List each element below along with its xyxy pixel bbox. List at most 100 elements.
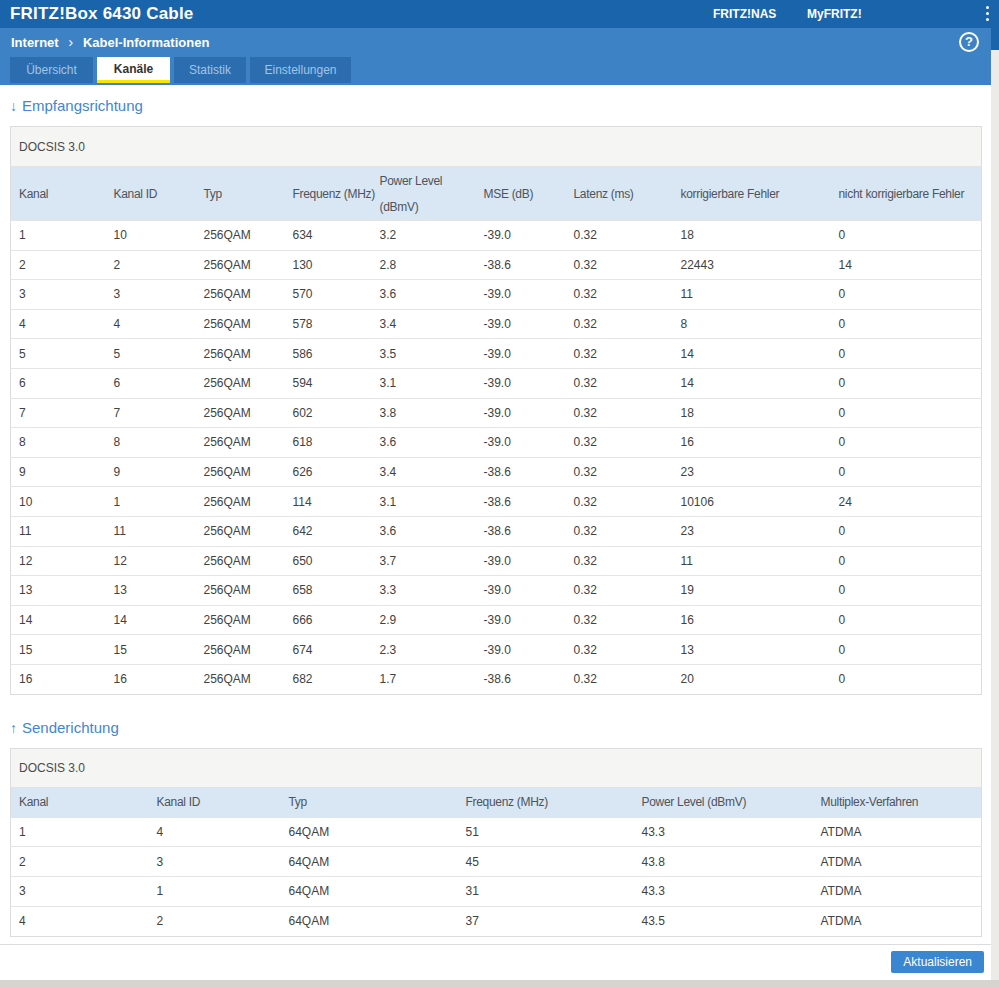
column-header: Kanal xyxy=(11,787,149,817)
table-row: 1313256QAM6583.3-39.00.32190 xyxy=(11,576,982,606)
table-cell: 0.32 xyxy=(566,576,673,606)
table-cell: 9 xyxy=(11,457,106,487)
table-cell: 13 xyxy=(673,635,831,665)
table-cell: 4 xyxy=(11,906,149,936)
table-cell: -39.0 xyxy=(476,546,566,576)
kebab-menu-icon[interactable] xyxy=(986,6,990,24)
table-cell: 3.8 xyxy=(372,398,476,428)
table-cell: 0 xyxy=(831,635,982,665)
section-title-upstream: ↑Senderichtung xyxy=(10,720,981,736)
column-header: Multiplex-Verfahren xyxy=(813,787,982,817)
right-edge-top xyxy=(991,28,999,50)
table-cell: 14 xyxy=(673,339,831,369)
table-cell: 4 xyxy=(11,309,106,339)
table-cell: -39.0 xyxy=(476,339,566,369)
refresh-button[interactable]: Aktualisieren xyxy=(891,951,984,973)
table-cell: 3 xyxy=(11,877,149,907)
table-cell: 7 xyxy=(11,398,106,428)
table-cell: -39.0 xyxy=(476,398,566,428)
table-row: 22256QAM1302.8-38.60.322244314 xyxy=(11,250,982,280)
table-cell: 14 xyxy=(831,250,982,280)
table-cell: 0 xyxy=(831,309,982,339)
table-cell: 23 xyxy=(673,516,831,546)
table-cell: 674 xyxy=(285,635,372,665)
table-cell: 43.8 xyxy=(634,847,813,877)
table-cell: 4 xyxy=(149,817,281,847)
tab-einstellungen[interactable]: Einstellungen xyxy=(250,57,351,83)
footer-row: Aktualisieren xyxy=(0,945,991,973)
table-cell: 256QAM xyxy=(196,635,285,665)
table-cell: ATDMA xyxy=(813,906,982,936)
table-cell: 256QAM xyxy=(196,398,285,428)
table-cell: 1 xyxy=(11,817,149,847)
table-cell: 5 xyxy=(106,339,196,369)
table-row: 101256QAM1143.1-38.60.321010624 xyxy=(11,487,982,517)
table-cell: 37 xyxy=(458,906,634,936)
table-cell: -39.0 xyxy=(476,428,566,458)
table-cell: 650 xyxy=(285,546,372,576)
tab-uebersicht[interactable]: Übersicht xyxy=(10,57,93,83)
tab-statistik[interactable]: Statistik xyxy=(174,57,246,83)
table-cell: 256QAM xyxy=(196,605,285,635)
table-cell: 1.7 xyxy=(372,664,476,694)
column-header: Kanal ID xyxy=(106,167,196,221)
fritznas-link[interactable]: FRITZ!NAS xyxy=(713,7,776,21)
table-cell: 19 xyxy=(673,576,831,606)
table-cell: 64QAM xyxy=(281,906,458,936)
table-cell: 22443 xyxy=(673,250,831,280)
table-cell: 256QAM xyxy=(196,368,285,398)
table-cell: 0.32 xyxy=(566,516,673,546)
upstream-table: DOCSIS 3.0KanalKanal IDTypFrequenz (MHz)… xyxy=(10,748,982,937)
table-cell: 3.7 xyxy=(372,546,476,576)
table-cell: 0.32 xyxy=(566,250,673,280)
table-cell: 24 xyxy=(831,487,982,517)
table-cell: 16 xyxy=(11,664,106,694)
table-cell: -38.6 xyxy=(476,457,566,487)
table-cell: 0 xyxy=(831,457,982,487)
table-cell: 114 xyxy=(285,487,372,517)
table-cell: 6 xyxy=(11,368,106,398)
table-cell: 18 xyxy=(673,398,831,428)
table-row: 1212256QAM6503.7-39.00.32110 xyxy=(11,546,982,576)
column-header: Frequenz (MHz) xyxy=(285,167,372,221)
table-row: 77256QAM6023.8-39.00.32180 xyxy=(11,398,982,428)
sub-header: Internet › Kabel-Informationen ? Übersic… xyxy=(0,28,991,85)
column-header: Power Level (dBmV) xyxy=(372,167,476,221)
app-title: FRITZ!Box 6430 Cable xyxy=(10,4,194,24)
table-cell: 0.32 xyxy=(566,368,673,398)
table-cell: 14 xyxy=(106,605,196,635)
table-cell: 64QAM xyxy=(281,847,458,877)
table-cell: -38.6 xyxy=(476,487,566,517)
table-cell: ATDMA xyxy=(813,877,982,907)
table-cell: 594 xyxy=(285,368,372,398)
table-cell: 3.1 xyxy=(372,368,476,398)
help-icon[interactable]: ? xyxy=(959,32,979,52)
table-row: 33256QAM5703.6-39.00.32110 xyxy=(11,280,982,310)
table-cell: 43.3 xyxy=(634,877,813,907)
table-cell: 11 xyxy=(673,280,831,310)
table-row: 99256QAM6263.4-38.60.32230 xyxy=(11,457,982,487)
myfritz-link[interactable]: MyFRITZ! xyxy=(807,7,862,21)
table-cell: 3.6 xyxy=(372,280,476,310)
breadcrumb-item-internet[interactable]: Internet xyxy=(11,35,59,50)
column-header: Power Level (dBmV) xyxy=(634,787,813,817)
table-cell: 43.3 xyxy=(634,817,813,847)
table-cell: 0.32 xyxy=(566,309,673,339)
table-cell: 20 xyxy=(673,664,831,694)
table-cell: 5 xyxy=(11,339,106,369)
table-cell: 256QAM xyxy=(196,516,285,546)
tab-kanaele[interactable]: Kanäle xyxy=(97,57,170,83)
table-cell: 12 xyxy=(106,546,196,576)
table-cell: 8 xyxy=(673,309,831,339)
table-cell: 0.32 xyxy=(566,664,673,694)
table-cell: 0.32 xyxy=(566,635,673,665)
table-cell: 256QAM xyxy=(196,487,285,517)
table-cell: ATDMA xyxy=(813,817,982,847)
table-group-label: DOCSIS 3.0 xyxy=(11,127,982,167)
table-cell: 3.6 xyxy=(372,428,476,458)
table-cell: 16 xyxy=(106,664,196,694)
table-cell: 0.32 xyxy=(566,546,673,576)
table-cell: 45 xyxy=(458,847,634,877)
table-cell: 3.4 xyxy=(372,309,476,339)
table-cell: 3.3 xyxy=(372,576,476,606)
